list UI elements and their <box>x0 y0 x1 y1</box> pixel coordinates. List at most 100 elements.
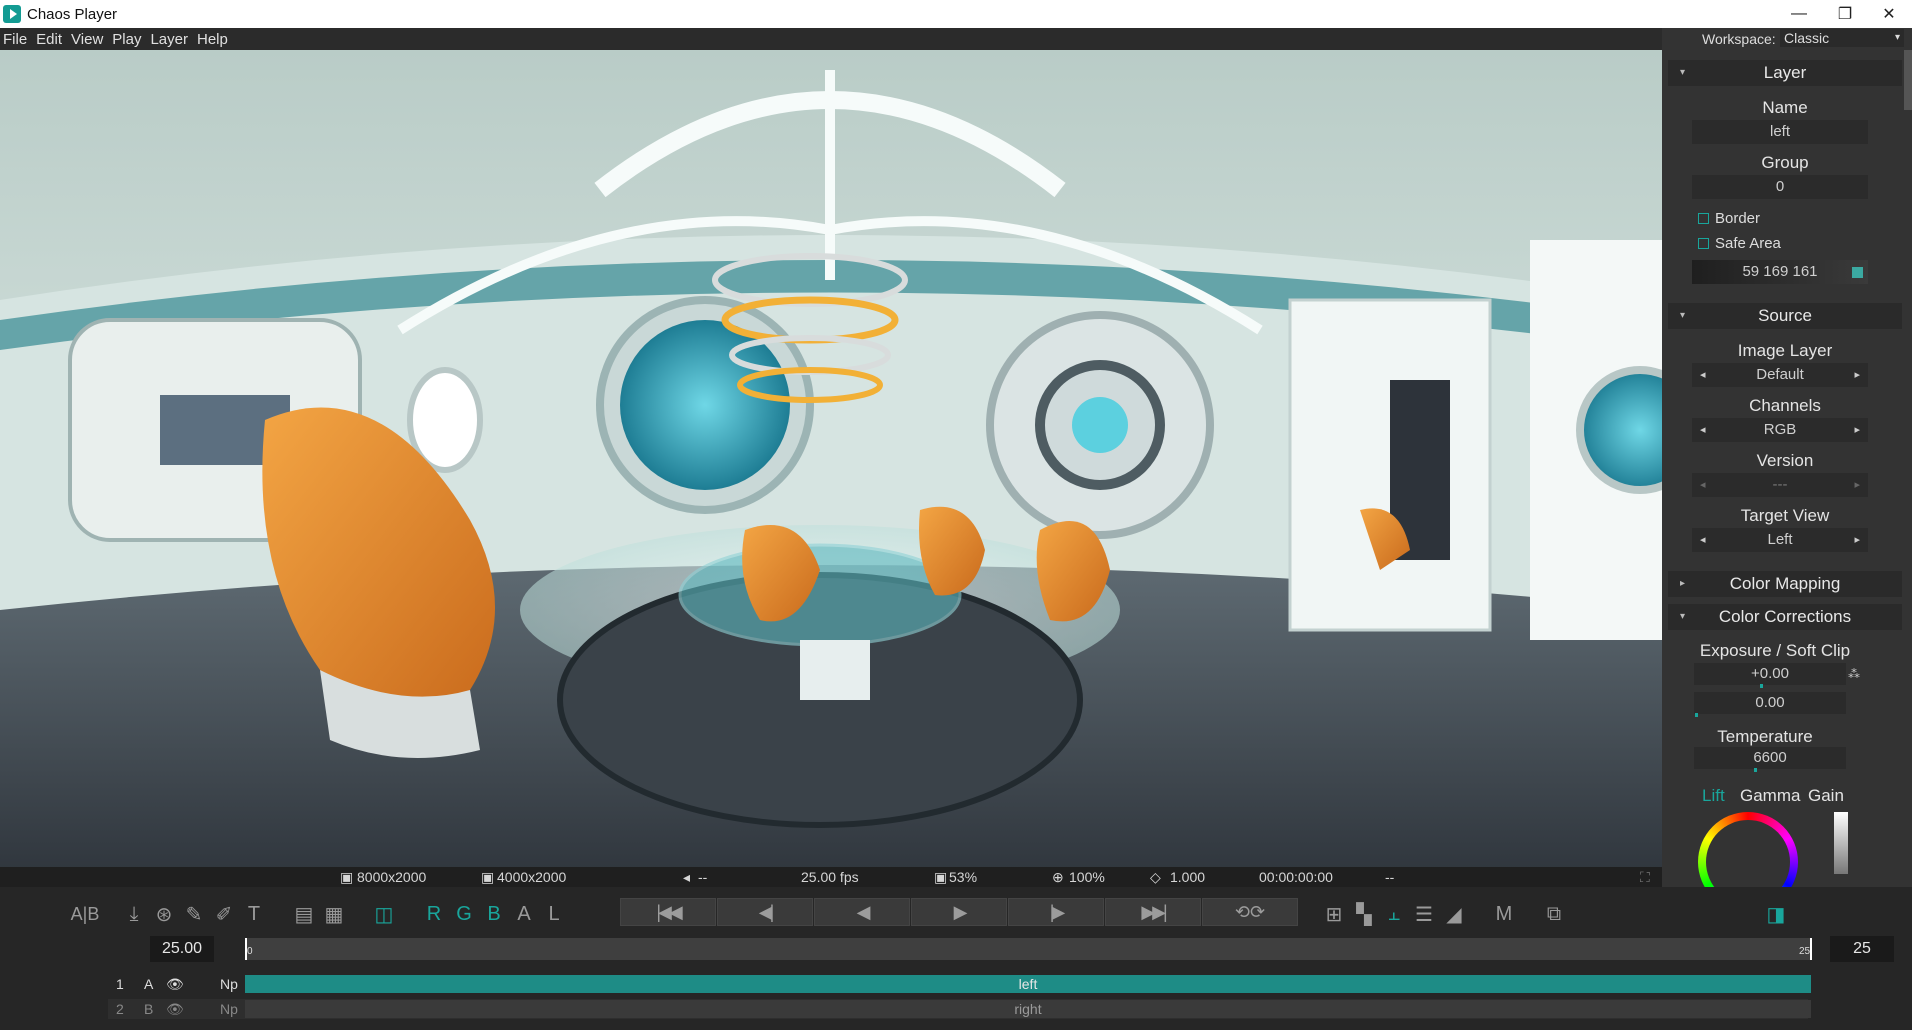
color-wheel[interactable] <box>1698 812 1798 887</box>
end-frame-field[interactable]: 25 <box>1830 936 1894 962</box>
ab-compare-button[interactable]: A|B <box>70 902 100 926</box>
menu-view[interactable]: View <box>71 31 103 48</box>
soft-clip-slider[interactable]: 0.00 <box>1694 692 1846 714</box>
curve-icon[interactable]: ⁂ <box>1848 667 1860 681</box>
gain-tab[interactable]: Gain <box>1808 786 1844 806</box>
source-section-header[interactable]: ▾ Source <box>1668 303 1902 329</box>
expand-icon: ▸ <box>1680 578 1686 589</box>
download-icon[interactable]: ⤓ <box>122 902 146 926</box>
layer-color-swatch[interactable] <box>1852 267 1863 278</box>
color-mapping-title: Color Mapping <box>1729 574 1841 593</box>
fps-value: 25.00 fps <box>801 869 859 885</box>
text-tool-icon[interactable]: T <box>242 902 266 926</box>
restore-button[interactable]: ❐ <box>1822 0 1868 28</box>
pencil-icon[interactable]: ✎ <box>182 902 206 926</box>
lift-tab[interactable]: Lift <box>1702 786 1725 806</box>
image-layer-selector[interactable]: ◂ Default ▸ <box>1692 363 1868 387</box>
quality-icon: ▣ <box>934 869 948 885</box>
layer-color-field[interactable]: 59 169 161 <box>1692 260 1868 284</box>
eye-icon[interactable]: 👁 <box>166 974 184 994</box>
workspace-value: Classic <box>1784 30 1830 46</box>
minimize-button[interactable]: — <box>1776 0 1822 28</box>
name-field[interactable]: left <box>1692 120 1868 144</box>
skip-start-icon: |◀◀ <box>656 901 682 922</box>
channels-selector[interactable]: ◂ RGB ▸ <box>1692 418 1868 442</box>
safe-area-checkbox[interactable]: Safe Area <box>1698 235 1781 252</box>
safe-frame-icon[interactable]: ⊞ <box>1322 902 1346 926</box>
temperature-slider-handle[interactable] <box>1754 768 1757 772</box>
last-frame-button[interactable]: ▶▶| <box>1105 898 1201 926</box>
checker-icon[interactable]: ▚ <box>1352 902 1376 926</box>
arrow-left-icon[interactable]: ◂ <box>1700 418 1706 442</box>
timeline-scrubber[interactable]: 0 25 <box>245 938 1812 960</box>
next-frame-button[interactable]: |▶ <box>1008 898 1104 926</box>
arrow-right-icon[interactable]: ▸ <box>1854 528 1860 552</box>
aspect-icon: ◇ <box>1150 869 1161 885</box>
workspace-label: Workspace: <box>1702 31 1776 47</box>
audio-icon: ◂ <box>683 869 691 885</box>
arrow-right-icon[interactable]: ▸ <box>1854 418 1860 442</box>
resolution-icon: ▣ <box>481 869 495 885</box>
track-slot: B <box>144 1001 154 1017</box>
panel-toggle-icon[interactable]: ◨ <box>1764 902 1788 926</box>
arrow-left-icon[interactable]: ◂ <box>1700 363 1706 387</box>
menu-edit[interactable]: Edit <box>36 31 62 48</box>
current-frame-field[interactable]: 25.00 <box>150 936 214 962</box>
gradient-icon[interactable]: ◢ <box>1442 902 1466 926</box>
play-backward-button[interactable]: ◀ <box>814 898 910 926</box>
workspace-dropdown[interactable]: Classic ▾ <box>1780 29 1904 47</box>
pen-icon[interactable]: ✐ <box>212 902 236 926</box>
fullscreen-icon[interactable]: ⛶ <box>1640 869 1650 886</box>
track-np: Np <box>220 1001 238 1017</box>
arrow-right-icon[interactable]: ▸ <box>1854 363 1860 387</box>
first-frame-button[interactable]: |◀◀ <box>620 898 716 926</box>
lift-intensity-slider[interactable] <box>1834 812 1848 874</box>
prev-frame-button[interactable]: ◀| <box>717 898 813 926</box>
layers-icon[interactable]: ▦ <box>322 902 346 926</box>
color-corrections-section-header[interactable]: ▾ Color Corrections <box>1668 604 1902 630</box>
version-selector[interactable]: ◂ --- ▸ <box>1692 473 1868 497</box>
split-view-icon[interactable]: ◫ <box>372 902 396 926</box>
menu-file[interactable]: File <box>3 31 27 48</box>
menu-help[interactable]: Help <box>197 31 228 48</box>
panel-scrollbar[interactable] <box>1904 50 1912 110</box>
track-number: 2 <box>116 1001 124 1017</box>
menu-layer[interactable]: Layer <box>150 31 188 48</box>
play-button[interactable]: ▶ <box>911 898 1007 926</box>
arrow-right-icon[interactable]: ▸ <box>1854 473 1860 497</box>
exposure-slider[interactable]: +0.00 <box>1694 663 1846 685</box>
loop-button[interactable]: ⟲⟳ <box>1202 898 1298 926</box>
gamma-tab[interactable]: Gamma <box>1740 786 1800 806</box>
target-view-selector[interactable]: ◂ Left ▸ <box>1692 528 1868 552</box>
film-strip-icon[interactable]: ▤ <box>292 902 316 926</box>
layout-icon[interactable]: ⧉ <box>1542 902 1566 926</box>
image-viewport[interactable] <box>0 50 1662 887</box>
menu-play[interactable]: Play <box>112 31 141 48</box>
channel-g-button[interactable]: G <box>452 902 476 926</box>
temperature-slider[interactable]: 6600 <box>1694 747 1846 769</box>
channel-b-button[interactable]: B <box>482 902 506 926</box>
border-checkbox[interactable]: Border <box>1698 210 1760 227</box>
close-button[interactable]: ✕ <box>1866 0 1912 28</box>
track-bar-left[interactable]: left <box>245 975 1811 993</box>
color-rings-icon[interactable]: ⊛ <box>152 902 176 926</box>
end-marker[interactable] <box>1810 938 1812 960</box>
m-button[interactable]: M <box>1492 902 1516 926</box>
channel-a-button[interactable]: A <box>512 902 536 926</box>
display-resolution: 4000x2000 <box>497 869 567 885</box>
channel-l-button[interactable]: L <box>542 902 566 926</box>
timecode-value: 00:00:00:00 <box>1259 869 1333 885</box>
channel-r-button[interactable]: R <box>422 902 446 926</box>
align-bottom-icon[interactable]: ⫠ <box>1382 902 1406 926</box>
arrow-left-icon[interactable]: ◂ <box>1700 473 1706 497</box>
safe-area-label: Safe Area <box>1715 235 1781 252</box>
track-bar-right[interactable]: right <box>245 1000 1811 1018</box>
exposure-slider-handle[interactable] <box>1760 684 1763 688</box>
align-icon[interactable]: ☰ <box>1412 902 1436 926</box>
soft-clip-slider-handle[interactable] <box>1695 713 1698 717</box>
layer-section-header[interactable]: ▾ Layer <box>1668 60 1902 86</box>
group-field[interactable]: 0 <box>1692 175 1868 199</box>
eye-icon[interactable]: 👁 <box>166 999 184 1019</box>
color-mapping-section-header[interactable]: ▸ Color Mapping <box>1668 571 1902 597</box>
arrow-left-icon[interactable]: ◂ <box>1700 528 1706 552</box>
